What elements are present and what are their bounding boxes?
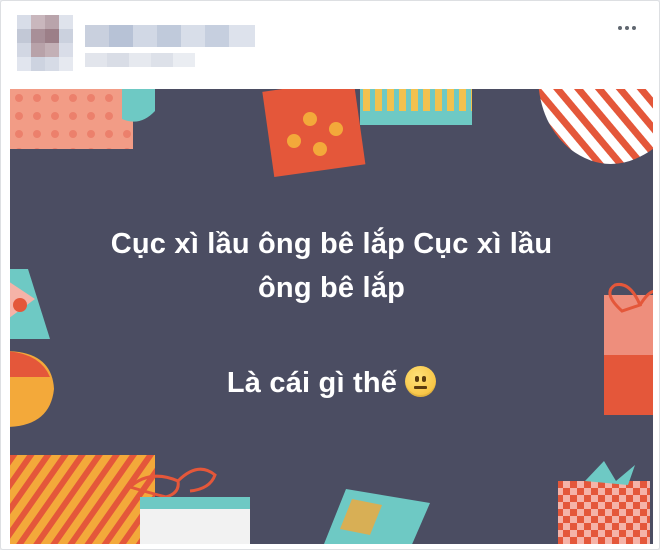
post-time-redacted: [85, 53, 195, 67]
post-header: [13, 9, 647, 81]
neutral-face-emoji-icon: [405, 366, 437, 397]
status-text: Cục xì lầu ông bê lắp Cục xì lầu ông bê …: [10, 89, 653, 544]
more-horizontal-icon[interactable]: [611, 17, 643, 39]
status-text-line-2: ông bê lắp: [258, 272, 405, 304]
author-avatar[interactable]: [17, 15, 73, 71]
post-text-background: Cục xì lầu ông bê lắp Cục xì lầu ông bê …: [10, 89, 653, 544]
author-name-redacted[interactable]: [85, 25, 255, 47]
post-card: Cục xì lầu ông bê lắp Cục xì lầu ông bê …: [0, 0, 660, 550]
status-text-line-3: Là cái gì thế: [226, 367, 398, 399]
status-text-line-1: Cục xì lầu ông bê lắp Cục xì lầu: [110, 228, 553, 260]
status-text-line-3-container: Là cái gì thế: [10, 366, 653, 400]
